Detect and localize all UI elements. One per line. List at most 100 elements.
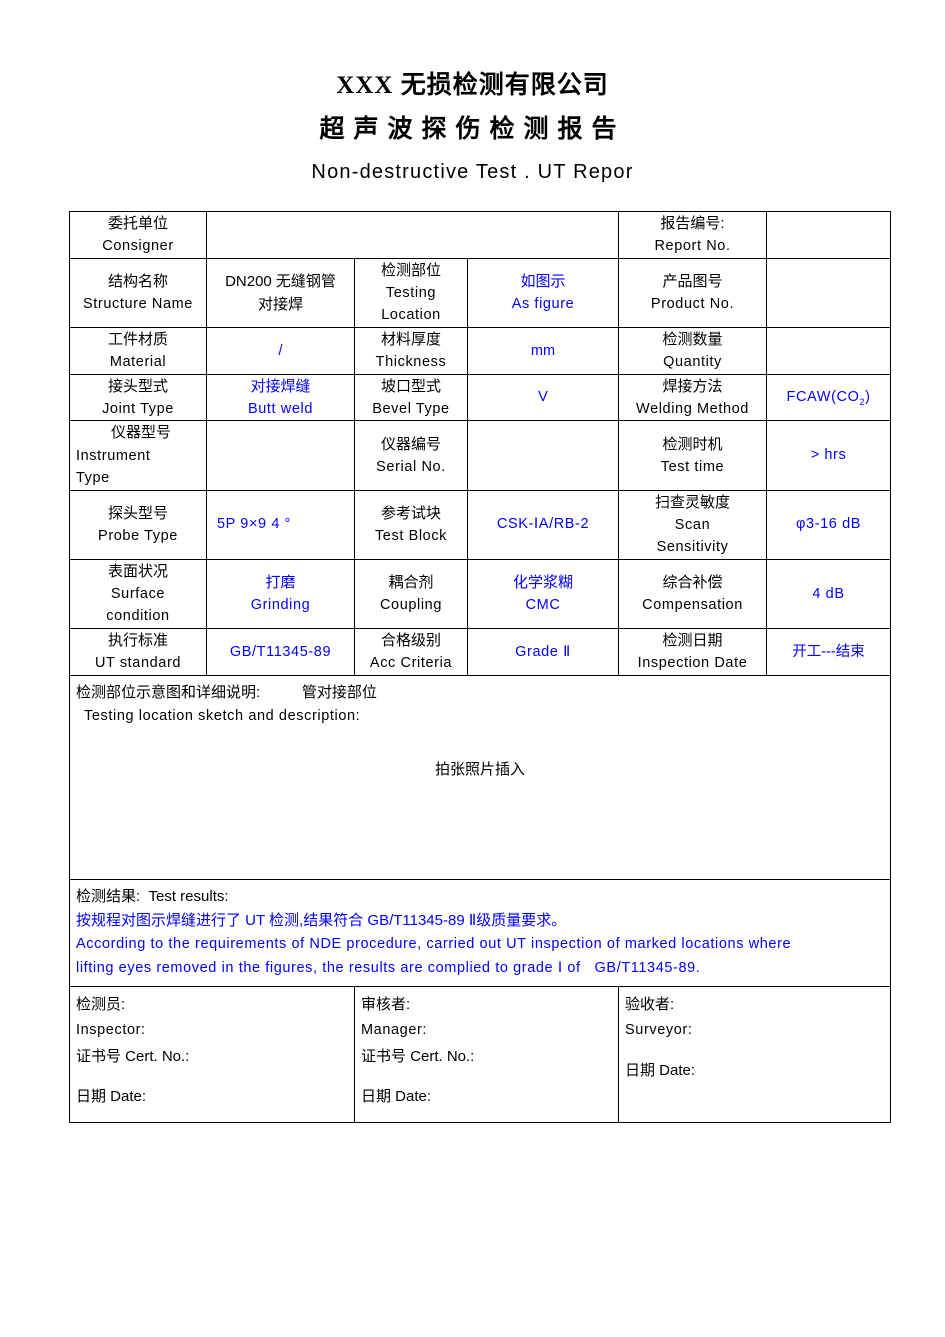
joint-value-cn: 对接焊缝 <box>250 377 311 395</box>
scan-label-en2: Sensitivity <box>656 539 729 556</box>
table-row-sketch: 检测部位示意图和详细说明: 管对接部位 Testing location ske… <box>68 674 892 880</box>
surface-value-en: Grinding <box>250 597 311 614</box>
testing-location-label-en2: Location <box>381 307 441 324</box>
table-row-results: 检测结果: Test results: 按规程对图示焊缝进行了 UT 检测,结果… <box>68 878 892 988</box>
test-block-label-en: Test Block <box>374 528 448 545</box>
surface-value-cn: 打磨 <box>265 573 296 591</box>
label-welding-method: 焊接方法 Welding Method <box>618 373 768 422</box>
instrument-label-en1: Instrument <box>76 447 151 464</box>
value-report-no[interactable] <box>766 211 892 259</box>
probe-label-cn: 探头型号 <box>107 504 168 522</box>
results-cell[interactable]: 检测结果: Test results: 按规程对图示焊缝进行了 UT 检测,结果… <box>68 878 892 988</box>
results-line-en2: lifting eyes removed in the figures, the… <box>76 959 701 976</box>
report-table: 委托单位 Consigner 报告编号: Report No. 结构名称 Str… <box>68 211 892 1124</box>
coupling-label-cn: 耦合剂 <box>388 573 434 591</box>
label-inspection-date: 检测日期 Inspection Date <box>618 627 768 676</box>
table-row-joint: 接头型式 Joint Type 对接焊缝 Butt weld 坡口型式 Beve… <box>69 373 892 422</box>
surveyor-role-cn: 验收者: <box>625 996 675 1014</box>
value-joint-type[interactable]: 对接焊缝 Butt weld <box>206 373 355 422</box>
value-test-block[interactable]: CSK-ⅠA/RB-2 <box>466 489 620 560</box>
welding-label-en: Welding Method <box>636 400 749 417</box>
structure-value-line2: 对接焊 <box>257 295 303 313</box>
value-structure-name[interactable]: DN200 无缝钢管 对接焊 <box>206 257 355 328</box>
thickness-label-en: Thickness <box>375 354 447 371</box>
inspector-role-cn: 检测员: <box>76 996 126 1014</box>
testing-location-value-cn: 如图示 <box>520 272 566 290</box>
value-inspection-date[interactable]: 开工---结束 <box>766 627 892 676</box>
value-test-time[interactable]: > hrs <box>766 420 892 491</box>
value-instrument-type[interactable] <box>206 420 355 491</box>
material-label-en: Material <box>109 354 167 371</box>
testing-location-label-cn: 检测部位 <box>380 261 441 279</box>
standard-label-cn: 执行标准 <box>107 631 168 649</box>
value-ut-standard[interactable]: GB/T11345-89 <box>206 627 355 676</box>
manager-spacer <box>361 1070 612 1084</box>
compensation-label-cn: 综合补偿 <box>662 573 723 591</box>
inspector-date: 日期 Date: <box>76 1088 147 1106</box>
welding-label-cn: 焊接方法 <box>662 377 723 395</box>
value-bevel-type[interactable]: V <box>466 373 620 422</box>
report-header: XXX 无损检测有限公司 超声波探伤检测报告 Non-destructive T… <box>0 0 945 183</box>
surveyor-spacer <box>625 1044 884 1058</box>
sketch-heading-en: Testing location sketch and description: <box>84 707 361 724</box>
company-name: XXX 无损检测有限公司 <box>336 72 609 99</box>
bevel-label-en: Bevel Type <box>372 400 450 417</box>
label-instrument-type: 仪器型号 Instrument Type <box>69 420 207 491</box>
value-scan-sensitivity[interactable]: φ3-16 dB <box>766 489 892 560</box>
structure-value-line1: DN200 无缝钢管 <box>225 272 336 290</box>
inspection-date-label-cn: 检测日期 <box>662 631 723 649</box>
value-acc-criteria[interactable]: Grade Ⅱ <box>466 627 620 676</box>
value-material[interactable]: / <box>206 326 355 375</box>
signature-manager[interactable]: 审核者: Manager: 证书号 Cert. No.: 日期 Date: <box>353 986 620 1124</box>
value-surface-condition[interactable]: 打磨 Grinding <box>206 558 355 629</box>
manager-role-cn: 审核者: <box>361 996 411 1014</box>
value-compensation[interactable]: 4 dB <box>766 558 892 629</box>
report-no-label-cn: 报告编号: <box>660 215 725 232</box>
serial-label-en: Serial No. <box>376 458 446 475</box>
value-serial-no[interactable] <box>466 420 620 491</box>
standard-label-en: UT standard <box>94 655 182 672</box>
sketch-heading-cn: 检测部位示意图和详细说明: <box>76 683 261 701</box>
quantity-label-cn: 检测数量 <box>662 330 723 348</box>
serial-label-cn: 仪器编号 <box>380 435 441 453</box>
acc-label-cn: 合格级别 <box>380 631 441 649</box>
value-coupling[interactable]: 化学浆糊 CMC <box>466 558 620 629</box>
label-surface-condition: 表面状况 Surface condition <box>69 558 207 629</box>
value-testing-location[interactable]: 如图示 As figure <box>466 257 620 328</box>
label-joint-type: 接头型式 Joint Type <box>69 373 207 422</box>
test-time-label-cn: 检测时机 <box>662 435 723 453</box>
ut-report-page: XXX 无损检测有限公司 超声波探伤检测报告 Non-destructive T… <box>0 0 945 1337</box>
value-probe-type[interactable]: 5P 9×9 4 ° <box>206 489 355 560</box>
surface-label-en2: condition <box>106 608 170 625</box>
product-no-label-cn: 产品图号 <box>662 272 723 290</box>
sketch-heading-row: 检测部位示意图和详细说明: 管对接部位 <box>76 681 884 705</box>
results-line-cn: 按规程对图示焊缝进行了 UT 检测,结果符合 GB/T11345-89 Ⅱ级质量… <box>76 911 567 929</box>
value-thickness[interactable]: mm <box>466 326 620 375</box>
coupling-value-cn: 化学浆糊 <box>513 573 574 591</box>
label-testing-location: 检测部位 Testing Location <box>354 257 468 328</box>
value-quantity[interactable] <box>766 326 892 375</box>
scan-label-en1: Scan <box>674 516 711 533</box>
inspection-date-label-en: Inspection Date <box>637 655 748 672</box>
coupling-label-en: Coupling <box>379 597 443 614</box>
sketch-cell[interactable]: 检测部位示意图和详细说明: 管对接部位 Testing location ske… <box>68 674 892 880</box>
compensation-label-en: Compensation <box>642 597 743 614</box>
probe-label-en: Probe Type <box>98 528 178 545</box>
table-row-instrument: 仪器型号 Instrument Type 仪器编号 Serial No. 检测时… <box>69 420 892 491</box>
label-scan-sensitivity: 扫查灵敏度 Scan Sensitivity <box>618 489 768 560</box>
structure-label-en: Structure Name <box>83 296 193 313</box>
value-welding-method[interactable]: FCAW(CO2) <box>766 373 892 422</box>
table-row-standard: 执行标准 UT standard GB/T11345-89 合格级别 Acc C… <box>69 627 892 676</box>
inspector-role-en: Inspector: <box>76 1022 146 1039</box>
signature-inspector[interactable]: 检测员: Inspector: 证书号 Cert. No.: 日期 Date: <box>69 986 355 1124</box>
signature-surveyor[interactable]: 验收者: Surveyor: 日期 Date: <box>618 986 892 1124</box>
label-material: 工件材质 Material <box>69 326 207 375</box>
value-consigner[interactable] <box>205 211 620 259</box>
label-compensation: 综合补偿 Compensation <box>618 558 768 629</box>
value-product-no[interactable] <box>766 257 892 328</box>
sketch-heading-note: 管对接部位 <box>301 683 377 701</box>
report-no-label-en: Report No. <box>654 238 731 255</box>
results-heading: 检测结果: Test results: <box>76 887 229 905</box>
joint-value-en: Butt weld <box>247 400 314 417</box>
material-label-cn: 工件材质 <box>107 330 168 348</box>
